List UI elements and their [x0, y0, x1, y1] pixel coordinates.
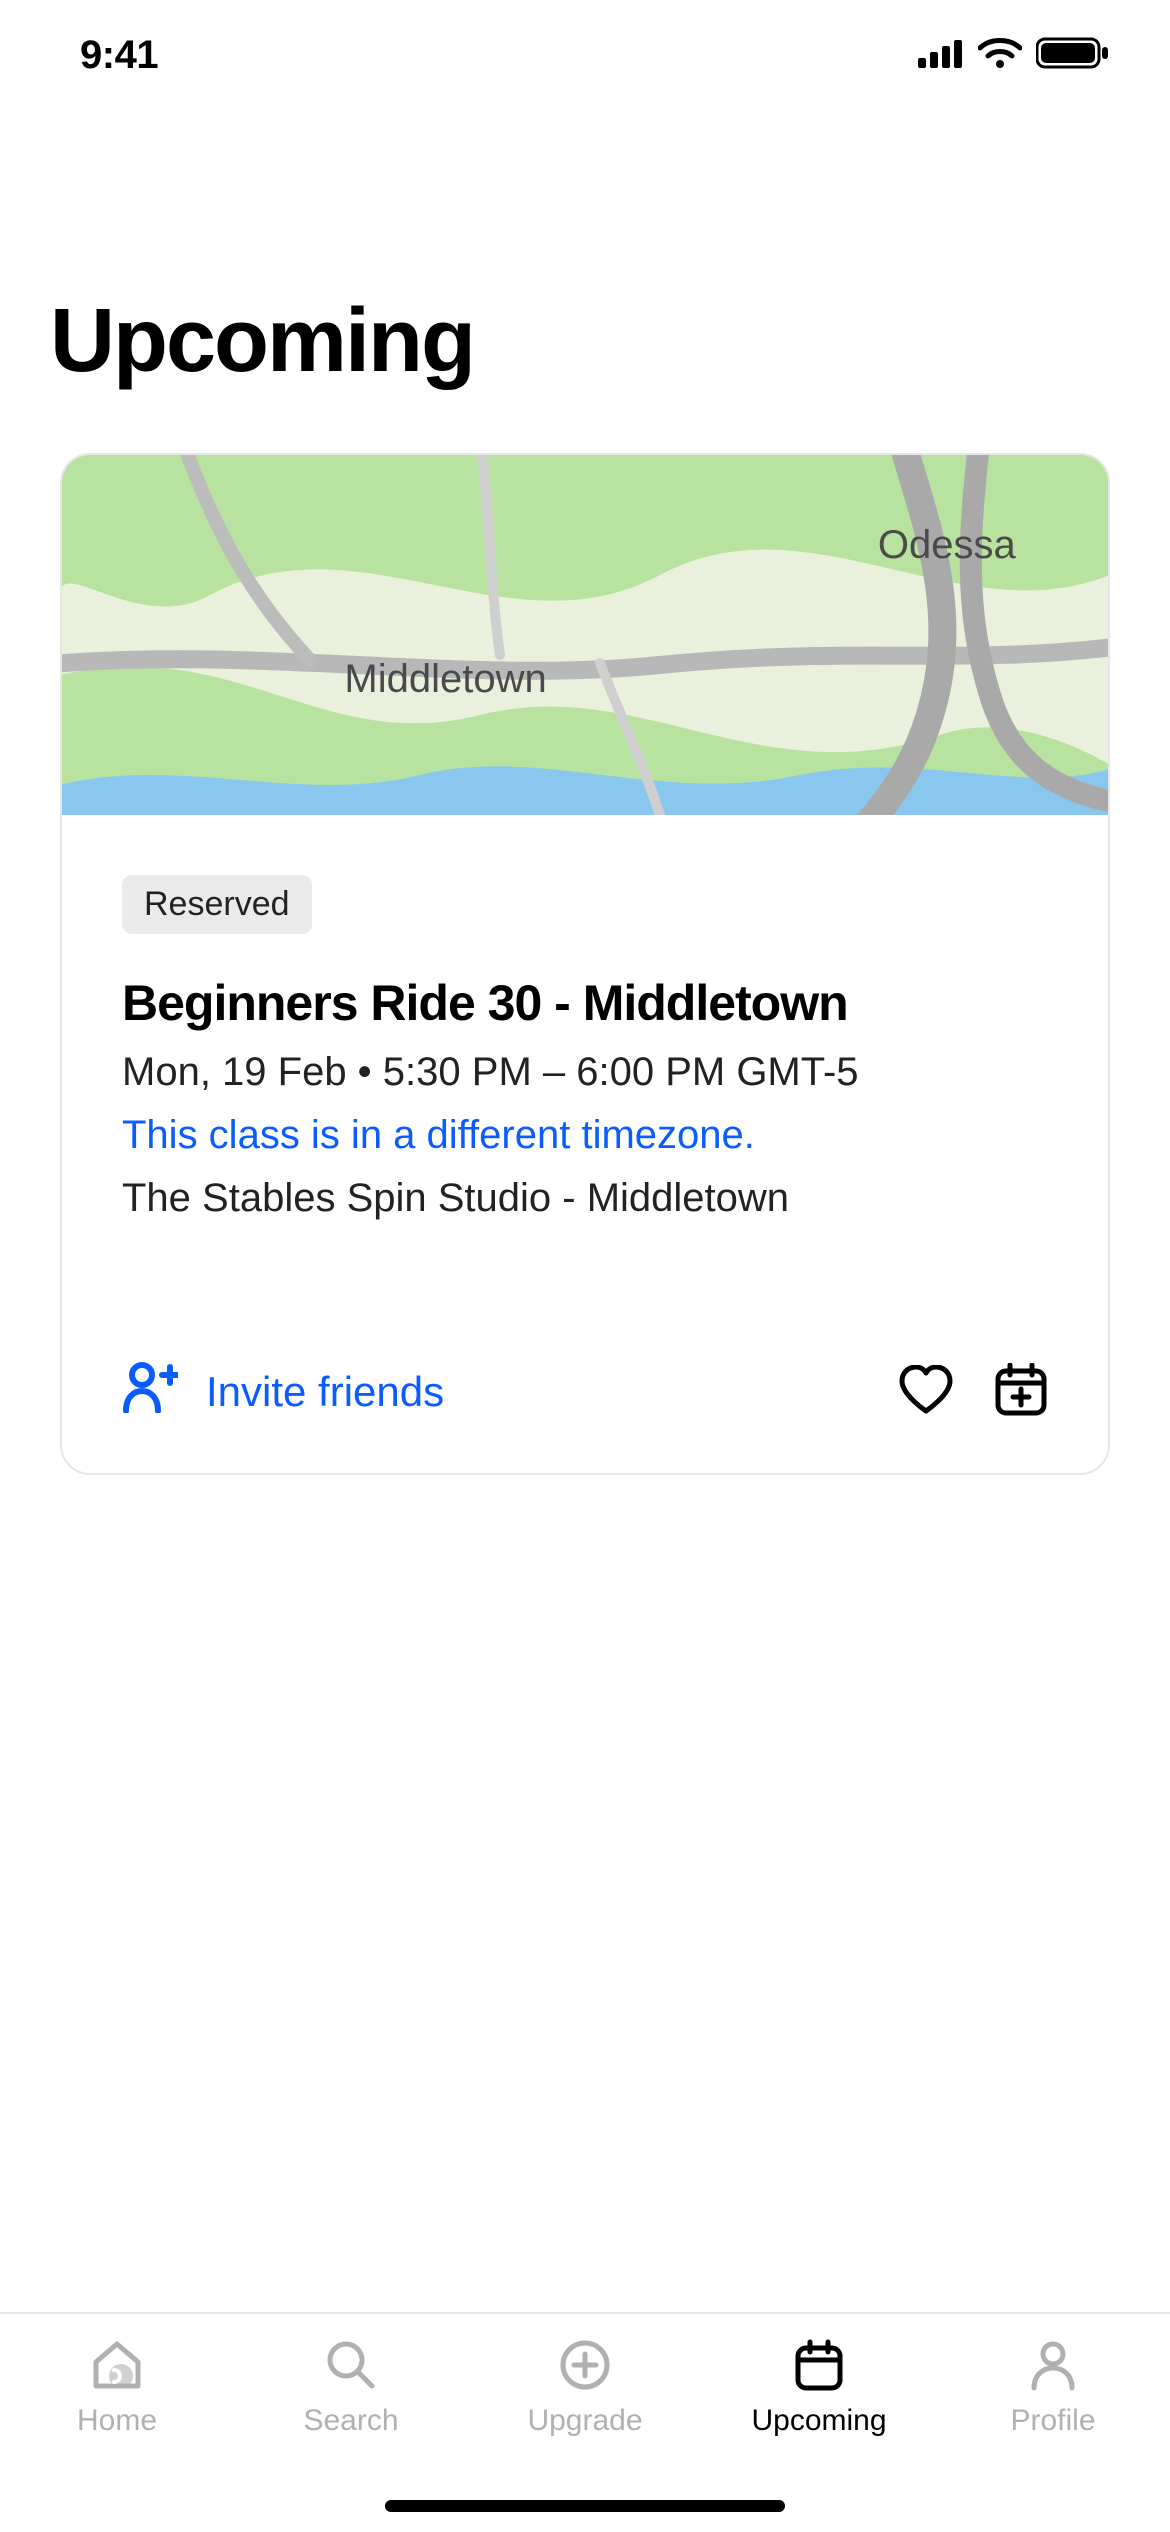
tab-profile-label: Profile	[1010, 2404, 1095, 2438]
favorite-button[interactable]	[898, 1365, 954, 1420]
heart-icon	[898, 1365, 954, 1415]
invite-friends-label: Invite friends	[206, 1368, 444, 1416]
cellular-signal-icon	[918, 38, 964, 73]
map-city-label-main: Middletown	[344, 657, 546, 702]
tab-upcoming[interactable]: Upcoming	[702, 2336, 936, 2438]
status-icons	[918, 36, 1110, 75]
tab-upgrade[interactable]: Upgrade	[468, 2336, 702, 2438]
timezone-note: This class is in a different timezone.	[122, 1113, 1048, 1158]
tab-profile[interactable]: Profile	[936, 2336, 1170, 2438]
profile-icon	[1024, 2336, 1082, 2394]
home-icon	[88, 2336, 146, 2394]
tab-upgrade-label: Upgrade	[527, 2404, 642, 2438]
map-city-label-secondary: Odessa	[878, 523, 1016, 568]
page-title: Upcoming	[50, 290, 1120, 393]
add-to-calendar-button[interactable]	[994, 1363, 1048, 1422]
tab-upcoming-label: Upcoming	[751, 2404, 886, 2438]
tab-home-label: Home	[77, 2404, 157, 2438]
calendar-icon	[790, 2336, 848, 2394]
bottom-tab-bar: Home Search Upgrade Upcoming Profile	[0, 2312, 1170, 2532]
battery-icon	[1036, 36, 1110, 75]
calendar-add-icon	[994, 1363, 1048, 1417]
person-add-icon	[122, 1361, 178, 1423]
status-time: 9:41	[80, 33, 158, 78]
plus-circle-icon	[556, 2336, 614, 2394]
page-header: Upcoming	[0, 110, 1170, 453]
class-title: Beginners Ride 30 - Middletown	[122, 974, 1048, 1032]
class-datetime: Mon, 19 Feb • 5:30 PM – 6:00 PM GMT-5	[122, 1050, 1048, 1095]
status-bar: 9:41	[0, 0, 1170, 110]
class-location-map[interactable]: Middletown Odessa	[62, 455, 1108, 815]
invite-friends-button[interactable]: Invite friends	[122, 1361, 444, 1423]
upcoming-class-card[interactable]: Middletown Odessa Reserved Beginners Rid…	[60, 453, 1110, 1475]
status-badge: Reserved	[122, 875, 312, 934]
card-actions: Invite friends	[122, 1361, 1048, 1423]
venue-name: The Stables Spin Studio - Middletown	[122, 1176, 1048, 1221]
search-icon	[322, 2336, 380, 2394]
card-body: Reserved Beginners Ride 30 - Middletown …	[62, 815, 1108, 1473]
wifi-icon	[978, 38, 1022, 73]
tab-search-label: Search	[303, 2404, 398, 2438]
tab-search[interactable]: Search	[234, 2336, 468, 2438]
home-indicator	[385, 2500, 785, 2512]
tab-home[interactable]: Home	[0, 2336, 234, 2438]
